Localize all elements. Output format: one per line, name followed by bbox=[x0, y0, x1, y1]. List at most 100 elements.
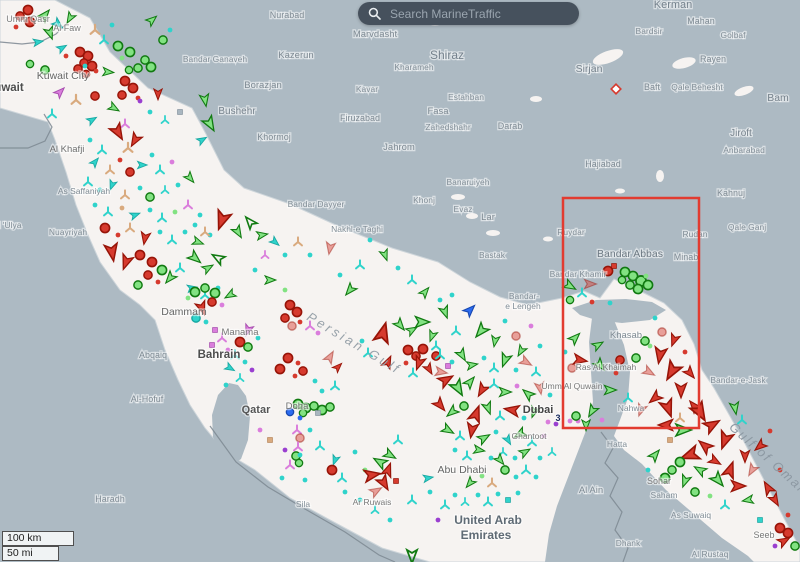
ship-marker[interactable] bbox=[648, 344, 653, 349]
ship-marker[interactable] bbox=[146, 62, 155, 71]
ship-marker[interactable] bbox=[450, 360, 455, 365]
ship-marker[interactable] bbox=[94, 69, 99, 74]
ship-marker[interactable] bbox=[503, 319, 508, 324]
ship-marker[interactable] bbox=[600, 418, 605, 423]
map-canvas[interactable]: Umm QasrAl FawKuwait CityKuwaitNurabadMa… bbox=[0, 0, 800, 562]
ship-marker[interactable] bbox=[144, 271, 152, 279]
ship-marker[interactable] bbox=[320, 389, 325, 394]
ship-marker[interactable] bbox=[368, 238, 373, 243]
ship-marker[interactable] bbox=[316, 331, 321, 336]
ship-marker[interactable] bbox=[183, 230, 188, 235]
ship-marker[interactable] bbox=[501, 466, 509, 474]
ship-marker[interactable] bbox=[250, 368, 255, 373]
map[interactable]: Umm QasrAl FawKuwait CityKuwaitNurabadMa… bbox=[0, 0, 800, 562]
ship-marker[interactable] bbox=[515, 384, 520, 389]
ship-marker[interactable] bbox=[235, 337, 244, 346]
ship-marker[interactable] bbox=[529, 324, 534, 329]
ship-marker[interactable] bbox=[210, 288, 219, 297]
ship-marker[interactable] bbox=[522, 416, 527, 421]
ship-marker[interactable] bbox=[186, 296, 191, 301]
ship-marker[interactable] bbox=[590, 300, 595, 305]
ship-marker[interactable] bbox=[244, 343, 252, 351]
ship-marker[interactable] bbox=[394, 479, 399, 484]
ship-marker[interactable] bbox=[298, 453, 303, 458]
ship-marker[interactable] bbox=[534, 475, 539, 480]
ship-marker[interactable] bbox=[768, 429, 773, 434]
ship-marker[interactable] bbox=[653, 316, 658, 321]
ship-marker[interactable] bbox=[538, 344, 543, 349]
ship-marker[interactable] bbox=[513, 456, 518, 461]
ship-marker[interactable] bbox=[283, 288, 288, 293]
ship-marker[interactable] bbox=[453, 448, 458, 453]
ship-marker[interactable] bbox=[253, 268, 258, 273]
ship-marker[interactable] bbox=[514, 475, 519, 480]
ship-marker[interactable] bbox=[146, 193, 154, 201]
ship-marker[interactable] bbox=[148, 110, 153, 115]
ship-marker[interactable] bbox=[190, 287, 199, 296]
ship-marker[interactable] bbox=[566, 296, 573, 303]
ship-marker[interactable] bbox=[293, 374, 298, 379]
ship-marker[interactable] bbox=[708, 494, 713, 499]
ship-marker[interactable] bbox=[120, 206, 125, 211]
ship-marker[interactable] bbox=[134, 281, 142, 289]
ship-marker[interactable] bbox=[438, 298, 443, 303]
ship-marker[interactable] bbox=[608, 301, 613, 306]
ship-marker[interactable] bbox=[116, 233, 121, 238]
ship-marker[interactable] bbox=[283, 253, 288, 258]
ship-marker[interactable] bbox=[326, 403, 334, 411]
ship-marker[interactable] bbox=[353, 450, 358, 455]
ship-marker[interactable] bbox=[612, 264, 617, 269]
ship-marker[interactable] bbox=[633, 284, 642, 293]
ship-marker[interactable] bbox=[572, 412, 580, 420]
ship-marker[interactable] bbox=[404, 361, 409, 366]
ship-marker[interactable] bbox=[675, 457, 684, 466]
ship-marker[interactable] bbox=[668, 438, 673, 443]
ship-marker[interactable] bbox=[388, 518, 393, 523]
ship-marker[interactable] bbox=[308, 253, 313, 258]
ship-marker[interactable] bbox=[446, 364, 451, 369]
ship-marker[interactable] bbox=[296, 361, 301, 366]
ship-marker[interactable] bbox=[296, 434, 304, 442]
ship-marker[interactable] bbox=[514, 368, 519, 373]
ship-marker[interactable] bbox=[418, 344, 427, 353]
ship-marker[interactable] bbox=[178, 110, 183, 115]
ship-marker[interactable] bbox=[64, 54, 69, 59]
ship-marker[interactable] bbox=[512, 332, 520, 340]
ship-marker[interactable] bbox=[288, 322, 296, 330]
ship-marker[interactable] bbox=[327, 465, 336, 474]
ship-marker[interactable] bbox=[125, 47, 134, 56]
ship-marker[interactable] bbox=[338, 273, 343, 278]
ship-marker[interactable] bbox=[168, 28, 173, 33]
ship-marker[interactable] bbox=[147, 257, 156, 266]
ship-marker[interactable] bbox=[198, 213, 203, 218]
ship-marker[interactable] bbox=[450, 293, 455, 298]
ship-marker[interactable] bbox=[88, 138, 93, 143]
ship-marker[interactable] bbox=[156, 280, 161, 285]
ship-marker[interactable] bbox=[489, 456, 494, 461]
ship-marker[interactable] bbox=[292, 307, 301, 316]
ship-marker[interactable] bbox=[100, 223, 109, 232]
ship-marker[interactable] bbox=[283, 353, 292, 362]
ship-marker[interactable] bbox=[295, 459, 302, 466]
ship-marker[interactable] bbox=[193, 223, 198, 228]
ship-marker[interactable] bbox=[281, 314, 289, 322]
ship-marker[interactable] bbox=[516, 491, 521, 496]
ship-marker[interactable] bbox=[91, 92, 99, 100]
ship-marker[interactable] bbox=[170, 160, 175, 165]
ship-marker[interactable] bbox=[134, 64, 142, 72]
ship-marker[interactable] bbox=[316, 411, 321, 416]
ship-marker[interactable] bbox=[148, 208, 153, 213]
ship-marker[interactable] bbox=[646, 468, 651, 473]
ship-marker[interactable] bbox=[618, 276, 625, 283]
ship-marker[interactable] bbox=[120, 76, 129, 85]
ship-marker[interactable] bbox=[176, 183, 181, 188]
ship-marker[interactable] bbox=[298, 320, 303, 325]
ship-marker[interactable] bbox=[773, 544, 778, 549]
ship-marker[interactable] bbox=[548, 393, 553, 398]
ship-marker[interactable] bbox=[283, 448, 288, 453]
ship-marker[interactable] bbox=[476, 493, 481, 498]
ship-marker[interactable] bbox=[125, 66, 132, 73]
ship-marker[interactable] bbox=[14, 25, 19, 30]
ship-marker[interactable] bbox=[343, 490, 348, 495]
ship-marker[interactable] bbox=[280, 476, 285, 481]
